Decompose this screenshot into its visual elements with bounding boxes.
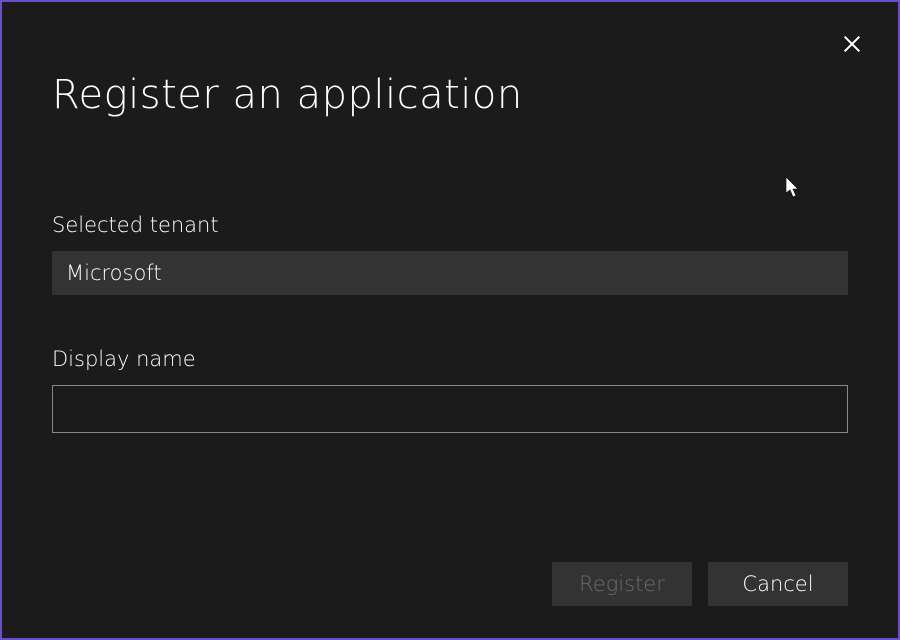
tenant-value: Microsoft [52, 251, 848, 295]
tenant-label: Selected tenant [52, 213, 848, 237]
close-icon [841, 33, 863, 55]
dialog-title: Register an application [52, 72, 848, 118]
tenant-field-group: Selected tenant Microsoft [52, 213, 848, 295]
close-button[interactable] [838, 30, 866, 58]
cancel-button[interactable]: Cancel [708, 562, 848, 606]
register-button[interactable]: Register [552, 562, 692, 606]
display-name-label: Display name [52, 347, 848, 371]
display-name-input[interactable] [52, 385, 848, 433]
display-name-field-group: Display name [52, 347, 848, 433]
